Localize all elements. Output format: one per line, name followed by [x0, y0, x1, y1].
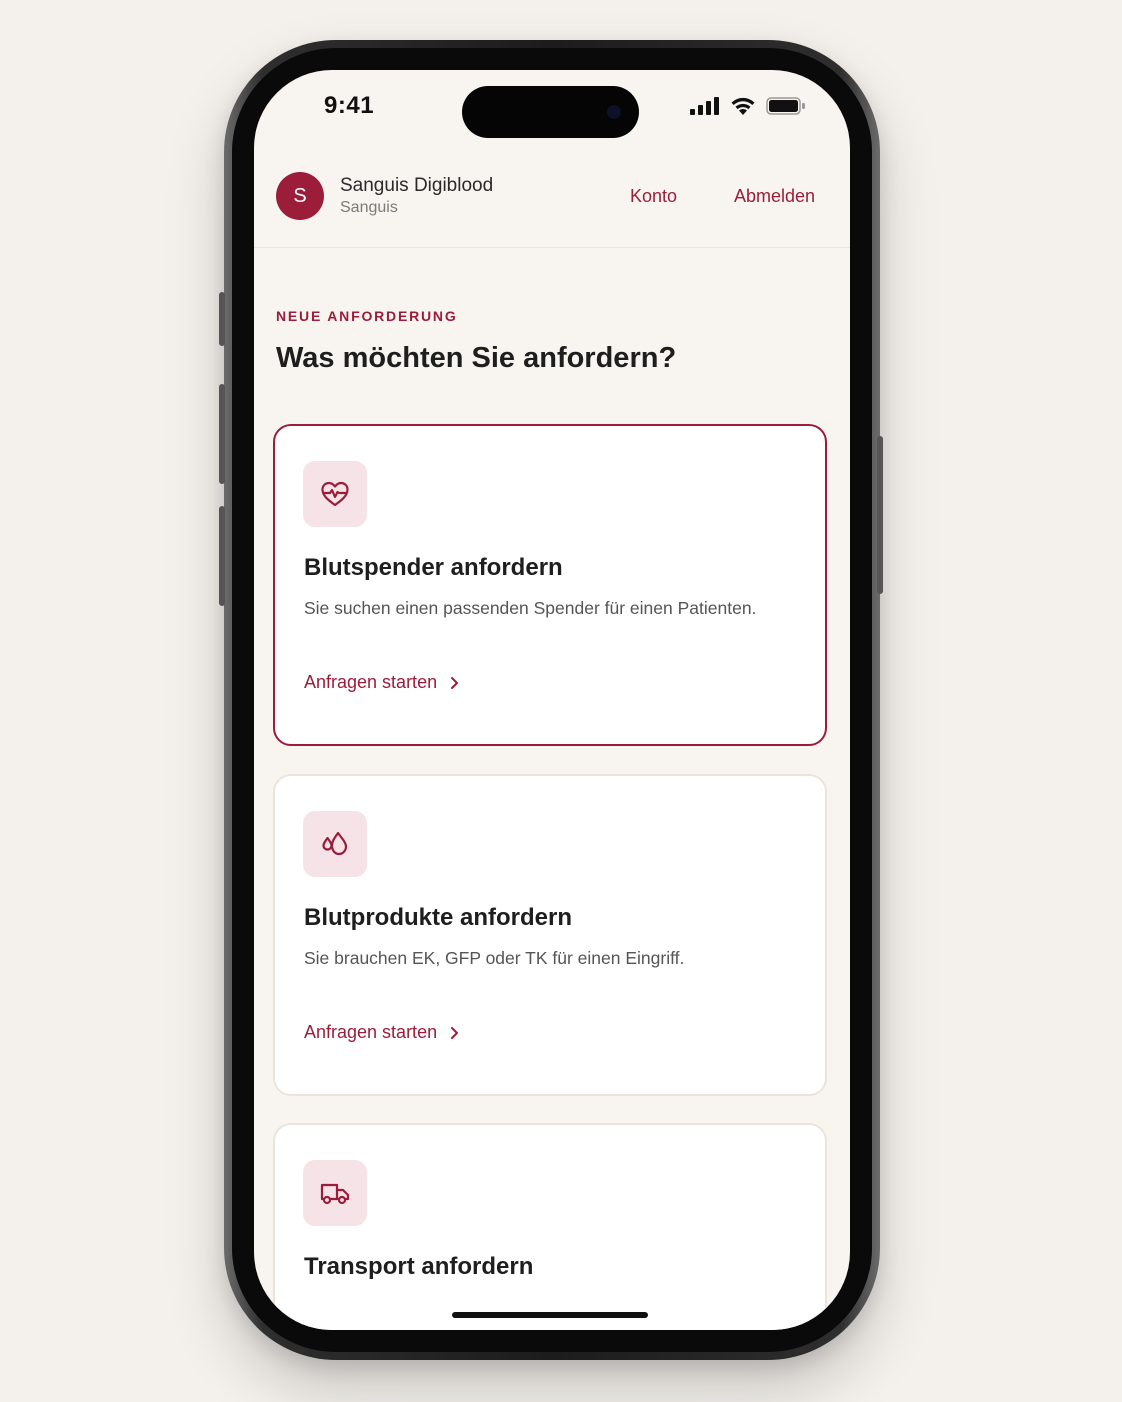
status-time: 9:41	[324, 92, 375, 119]
page-title: Was möchten Sie anfordern?	[276, 342, 677, 374]
app-screen: 9:41 S Sanguis Digiblood Sanguis Konto A…	[254, 70, 850, 1330]
status-bar: 9:41	[254, 70, 850, 140]
signal-icon	[690, 96, 719, 115]
card-title: Blutspender anfordern	[304, 554, 563, 581]
nav-logout-link[interactable]: Abmelden	[734, 186, 815, 207]
status-icons	[690, 96, 806, 115]
card-title: Blutprodukte anfordern	[304, 904, 572, 931]
volume-down-button	[219, 506, 225, 606]
start-request-label: Anfragen starten	[304, 672, 438, 692]
app-header: S Sanguis Digiblood Sanguis Konto Abmeld…	[254, 166, 850, 248]
volume-up-button	[219, 384, 225, 484]
blood-drops-icon	[303, 811, 367, 877]
card-blutprodukte[interactable]: Blutprodukte anfordern Sie brauchen EK, …	[273, 774, 827, 1096]
chevron-right-icon	[451, 676, 459, 689]
home-indicator[interactable]	[452, 1312, 648, 1318]
chevron-right-icon	[451, 1026, 459, 1039]
truck-icon	[303, 1160, 367, 1226]
wifi-icon	[731, 97, 755, 115]
org-subtitle: Sanguis	[340, 199, 398, 216]
battery-icon	[766, 96, 805, 115]
section-eyebrow: NEUE ANFORDERUNG	[276, 308, 458, 324]
card-title: Transport anfordern	[304, 1253, 534, 1280]
dynamic-island	[462, 86, 639, 138]
card-description: Sie brauchen EK, GFP oder TK für einen E…	[304, 948, 685, 968]
card-transport[interactable]: Transport anfordern	[273, 1123, 827, 1330]
avatar[interactable]: S	[276, 172, 324, 220]
org-name: Sanguis Digiblood	[340, 175, 494, 196]
action-button	[219, 292, 225, 346]
start-request-label: Anfragen starten	[304, 1022, 438, 1042]
card-blutspender[interactable]: Blutspender anfordern Sie suchen einen p…	[273, 424, 827, 746]
nav-konto-link[interactable]: Konto	[630, 186, 677, 207]
front-camera	[607, 105, 621, 119]
card-description: Sie suchen einen passenden Spender für e…	[304, 598, 757, 618]
heart-pulse-icon	[303, 461, 367, 527]
start-request-link[interactable]: Anfragen starten	[304, 672, 459, 693]
start-request-link[interactable]: Anfragen starten	[304, 1022, 459, 1043]
power-button	[877, 436, 883, 594]
